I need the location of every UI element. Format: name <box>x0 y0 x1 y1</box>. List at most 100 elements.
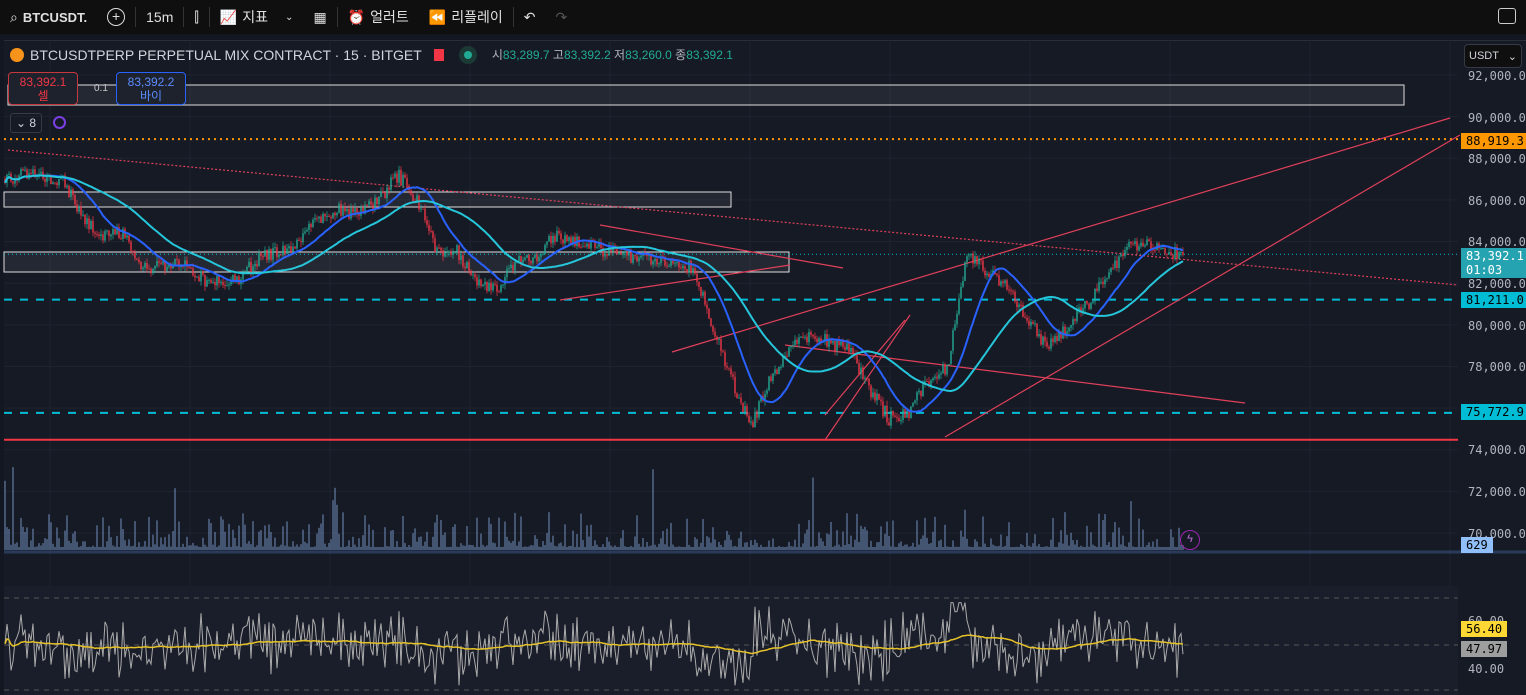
volume-bar <box>896 547 898 550</box>
candle-body <box>842 341 844 347</box>
buy-button[interactable]: 83,392.2 바이 <box>116 72 186 105</box>
volume-bar <box>972 546 974 550</box>
volume-bar <box>844 545 846 550</box>
indicator-collapse-button[interactable]: ⌄ 8 <box>10 113 42 133</box>
candle-body <box>112 229 114 235</box>
volume-bar <box>440 520 442 550</box>
volume-bar <box>700 542 702 550</box>
candle-body <box>1016 301 1018 308</box>
rsi-axis-label: 40.00 <box>1468 662 1505 676</box>
sync-icon[interactable] <box>53 116 66 129</box>
candle-body <box>552 235 554 244</box>
candle-body <box>66 185 68 188</box>
price-chart[interactable] <box>0 0 1526 695</box>
candle-body <box>1114 260 1116 268</box>
candle-body <box>1018 304 1020 308</box>
candle-body <box>748 415 750 423</box>
volume-bar <box>1138 518 1140 550</box>
candle-body <box>476 277 478 286</box>
candle-body <box>1136 241 1138 251</box>
volume-bar <box>160 537 162 550</box>
candle-body <box>756 411 758 418</box>
candle-body <box>778 366 780 375</box>
candle-body <box>390 177 392 190</box>
volume-bar <box>866 530 868 550</box>
candle-body <box>900 419 902 422</box>
volume-bar <box>998 545 1000 550</box>
candle-body <box>134 252 136 259</box>
volume-bar <box>478 546 480 550</box>
lightning-icon[interactable]: ϟ <box>1180 530 1200 550</box>
candle-body <box>328 215 330 217</box>
candle-body <box>988 273 990 278</box>
volume-bar <box>308 524 310 550</box>
volume-bar <box>692 546 694 550</box>
volume-bar <box>1074 544 1076 550</box>
volume-bar <box>758 546 760 550</box>
volume-bar <box>1112 532 1114 550</box>
volume-bar <box>138 542 140 550</box>
candle-body <box>394 173 396 178</box>
zone-box <box>7 84 1405 106</box>
candle-body <box>306 229 308 232</box>
volume-bar <box>860 525 862 550</box>
volume-bar <box>702 519 704 550</box>
volume-bar <box>458 546 460 550</box>
flag-icon[interactable] <box>433 48 444 61</box>
volume-bar <box>218 545 220 550</box>
volume-bar <box>628 546 630 550</box>
candle-body <box>630 251 632 263</box>
volume-bar <box>736 546 738 550</box>
volume-bar <box>80 546 82 550</box>
candle-body <box>318 216 320 219</box>
volume-bar <box>938 540 940 550</box>
volume-bar <box>600 546 602 550</box>
candle-body <box>518 255 520 262</box>
currency-select[interactable]: USDT ⌄ <box>1464 44 1522 68</box>
volume-bar <box>68 540 70 550</box>
candle-body <box>158 261 160 263</box>
volume-bar <box>412 533 414 550</box>
candle-body <box>506 268 508 278</box>
volume-bar <box>768 540 770 550</box>
volume-bar <box>134 521 136 550</box>
candle-body <box>860 367 862 375</box>
volume-bar <box>74 531 76 550</box>
candle-body <box>1098 282 1100 291</box>
volume-bar <box>886 521 888 550</box>
candle-body <box>580 246 582 248</box>
candle-body <box>484 282 486 285</box>
candle-body <box>1112 267 1114 269</box>
sell-button[interactable]: 83,392.1 셀 <box>8 72 78 105</box>
volume-bar <box>856 513 858 550</box>
volume-bar <box>1080 545 1082 550</box>
volume-bar <box>908 546 910 550</box>
volume-bar <box>1064 512 1066 550</box>
candle-body <box>440 247 442 251</box>
candle-body <box>1072 319 1074 326</box>
candle-body <box>696 273 698 282</box>
candle-body <box>148 268 150 270</box>
volume-bar <box>1060 530 1062 550</box>
price-axis-label: 82,000.0 <box>1468 277 1526 291</box>
volume-bar <box>38 543 40 550</box>
candle-body <box>1170 252 1172 256</box>
candle-body <box>960 286 962 299</box>
candle-body <box>258 253 260 267</box>
candle-body <box>560 233 562 240</box>
candle-body <box>32 169 34 174</box>
candle-body <box>348 208 350 219</box>
candle-body <box>634 255 636 257</box>
volume-bar <box>516 545 518 550</box>
volume-bar <box>452 526 454 550</box>
candle-body <box>278 254 280 257</box>
volume-bar <box>356 546 358 550</box>
candle-body <box>510 264 512 269</box>
volume-bar <box>878 542 880 550</box>
volume-bar <box>1000 534 1002 550</box>
volume-bar <box>810 546 812 550</box>
volume-bar <box>454 524 456 550</box>
candle-body <box>30 173 32 175</box>
candle-body <box>410 190 412 195</box>
volume-bar <box>380 546 382 550</box>
